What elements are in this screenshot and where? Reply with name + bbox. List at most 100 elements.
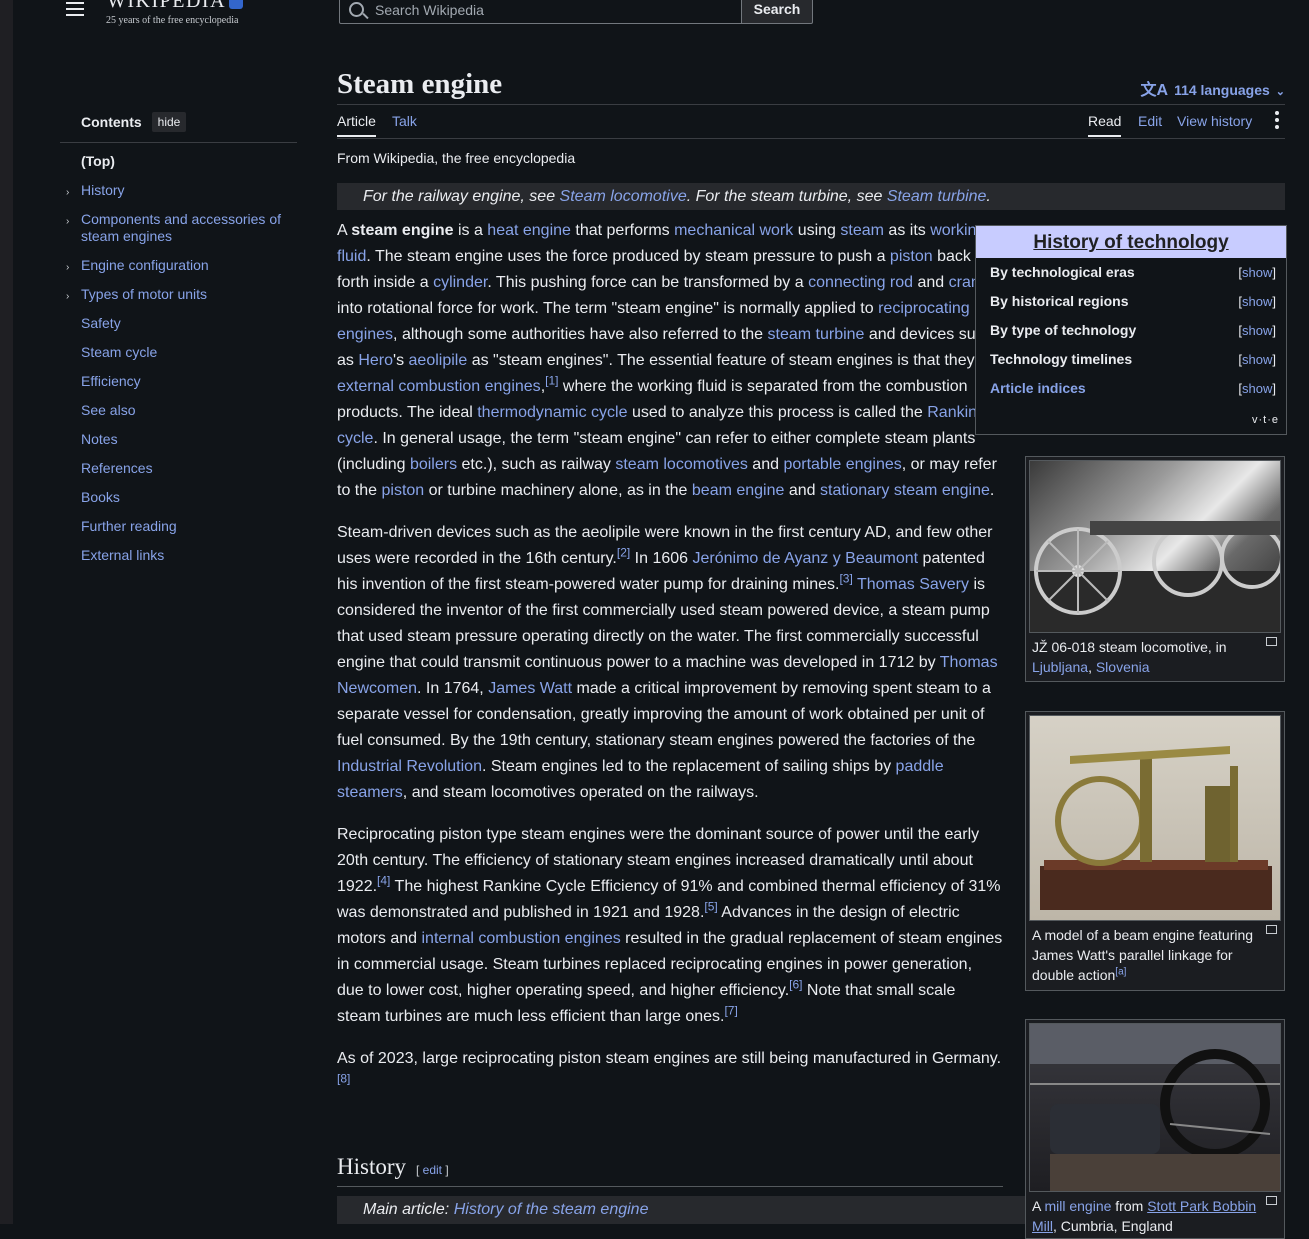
tab-read[interactable]: Read (1088, 113, 1122, 137)
link[interactable]: steam turbine (768, 326, 865, 343)
link[interactable]: piston (381, 482, 424, 499)
toc-item-label[interactable]: See also (81, 402, 135, 418)
citation[interactable]: [8] (337, 1072, 350, 1086)
toc-item[interactable]: Books (60, 489, 300, 506)
citation[interactable]: [1] (545, 374, 558, 388)
link[interactable]: internal combustion engines (421, 930, 620, 947)
citation[interactable]: [7] (724, 1004, 737, 1018)
main-menu-icon[interactable] (66, 0, 84, 16)
caption-note[interactable]: [a] (1115, 966, 1126, 977)
toc-item[interactable]: › History (60, 182, 300, 199)
link[interactable]: Thomas Savery (857, 576, 969, 593)
toc-item-label[interactable]: Types of motor units (81, 286, 207, 302)
toc-item[interactable]: Efficiency (60, 373, 300, 390)
toc-item[interactable]: (Top) (60, 153, 300, 170)
citation[interactable]: [4] (377, 874, 390, 888)
navbox-title[interactable]: History of technology (976, 226, 1286, 258)
toc-item-label[interactable]: Books (81, 489, 120, 505)
citation[interactable]: [2] (617, 546, 630, 560)
link[interactable]: boilers (410, 456, 457, 473)
link[interactable]: piston (890, 248, 933, 265)
toc-item[interactable]: Further reading (60, 518, 300, 535)
link[interactable]: steam (840, 222, 884, 239)
navbox-show-link[interactable]: show (1242, 323, 1272, 338)
navbox-show-toggle[interactable]: [show] (1238, 374, 1276, 403)
language-button[interactable]: 文A 114 languages ⌄ (1141, 76, 1286, 100)
toc-item-label[interactable]: History (81, 182, 125, 198)
caption-link-mill-engine[interactable]: mill engine (1044, 1198, 1111, 1214)
link[interactable]: stationary steam engine (820, 482, 990, 499)
enlarge-icon[interactable] (1266, 1196, 1277, 1205)
toc-item-label[interactable]: Safety (81, 315, 121, 331)
link[interactable]: connecting rod (808, 274, 913, 291)
tab-talk[interactable]: Talk (392, 113, 417, 129)
navbox-vte[interactable]: v·t·e (1252, 414, 1279, 426)
citation[interactable]: [5] (704, 900, 717, 914)
enlarge-icon[interactable] (1266, 637, 1277, 646)
link[interactable]: beam engine (692, 482, 785, 499)
link[interactable]: cylinder (433, 274, 487, 291)
link[interactable]: James Watt (488, 680, 572, 697)
caption-link-ljubljana[interactable]: Ljubljana (1032, 659, 1088, 675)
more-tools-icon[interactable] (1275, 111, 1279, 132)
link[interactable]: thermodynamic cycle (477, 404, 627, 421)
toc-item[interactable]: Notes (60, 431, 300, 448)
chevron-right-icon[interactable]: › (66, 184, 69, 201)
link[interactable]: steam locomotives (615, 456, 748, 473)
link[interactable]: Industrial Revolution (337, 758, 482, 775)
link[interactable]: Thomas Newcomen (337, 654, 998, 697)
toc-item-label[interactable]: External links (81, 547, 164, 563)
search-input[interactable] (373, 1, 737, 19)
tab-view-history[interactable]: View history (1177, 113, 1252, 129)
enlarge-icon[interactable] (1266, 925, 1277, 934)
navbox-show-link[interactable]: show (1242, 352, 1272, 367)
toc-item[interactable]: › Engine configuration (60, 257, 300, 274)
toc-item-label[interactable]: Components and accessories of steam engi… (81, 211, 281, 244)
link[interactable]: portable engines (783, 456, 901, 473)
citation[interactable]: [6] (789, 978, 802, 992)
toc-item[interactable]: › Components and accessories of steam eng… (60, 211, 300, 245)
toc-item[interactable]: See also (60, 402, 300, 419)
hatnote-link-steam-locomotive[interactable]: Steam locomotive (560, 188, 687, 205)
toc-item[interactable]: Steam cycle (60, 344, 300, 361)
toc-item-label[interactable]: (Top) (81, 153, 115, 169)
tab-edit[interactable]: Edit (1138, 113, 1162, 129)
search-button[interactable]: Search (742, 0, 813, 24)
navbox-show-toggle[interactable]: [show] (1238, 258, 1276, 287)
beam-engine-image[interactable] (1029, 715, 1281, 921)
link[interactable]: aeolipile (409, 352, 468, 369)
toc-item[interactable]: External links (60, 547, 300, 564)
navbox-show-toggle[interactable]: [show] (1238, 345, 1276, 374)
chevron-right-icon[interactable]: › (66, 213, 69, 230)
toc-item-label[interactable]: Efficiency (81, 373, 141, 389)
toc-item[interactable]: Safety (60, 315, 300, 332)
navbox-show-link[interactable]: show (1242, 265, 1272, 280)
caption-link-slovenia[interactable]: Slovenia (1096, 659, 1150, 675)
section-edit-link[interactable]: edit (423, 1163, 442, 1177)
navbox-row-label[interactable]: Article indices (990, 374, 1086, 403)
link[interactable]: mechanical work (674, 222, 793, 239)
toc-item[interactable]: › Types of motor units (60, 286, 300, 303)
main-article-link[interactable]: History of the steam engine (454, 1201, 649, 1218)
chevron-right-icon[interactable]: › (66, 288, 69, 305)
toc-item-label[interactable]: Engine configuration (81, 257, 209, 273)
toc-item-label[interactable]: Notes (81, 431, 118, 447)
navbox-show-link[interactable]: show (1242, 381, 1272, 396)
navbox-show-toggle[interactable]: [show] (1238, 316, 1276, 345)
toc-item-label[interactable]: References (81, 460, 153, 476)
link[interactable]: external combustion engines (337, 378, 541, 395)
citation[interactable]: [3] (839, 572, 852, 586)
tab-article[interactable]: Article (337, 113, 376, 137)
link[interactable]: reciprocating engines (337, 300, 970, 343)
mill-engine-image[interactable] (1029, 1023, 1281, 1192)
chevron-right-icon[interactable]: › (66, 259, 69, 276)
navbox-show-link[interactable]: show (1242, 294, 1272, 309)
wikipedia-logo[interactable]: WIKIPEDIA (107, 0, 244, 13)
link[interactable]: Rankine cycle (337, 404, 986, 447)
toc-item-label[interactable]: Steam cycle (81, 344, 157, 360)
navbox-show-toggle[interactable]: [show] (1238, 287, 1276, 316)
link[interactable]: heat engine (487, 222, 571, 239)
toc-item[interactable]: References (60, 460, 300, 477)
toc-item-label[interactable]: Further reading (81, 518, 177, 534)
toc-hide-button[interactable]: hide (151, 112, 187, 132)
